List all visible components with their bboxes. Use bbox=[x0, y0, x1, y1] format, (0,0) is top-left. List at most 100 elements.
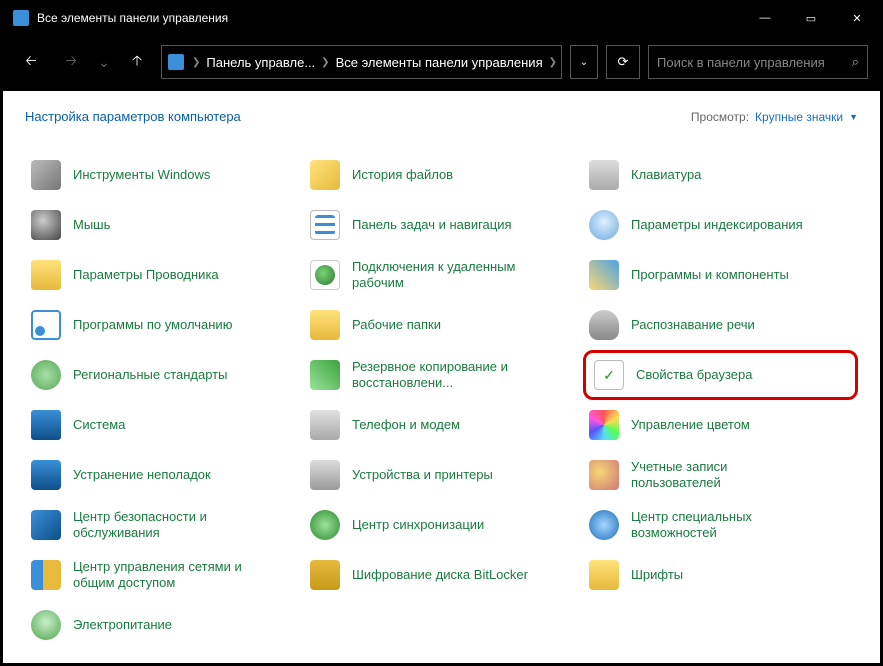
sync-center-icon bbox=[308, 508, 342, 542]
phone-modem-icon bbox=[308, 408, 342, 442]
up-button[interactable]: 🡡 bbox=[121, 46, 153, 78]
cp-item-indexing[interactable]: Параметры индексирования bbox=[583, 200, 858, 250]
cp-item-bitlocker[interactable]: Шифрование диска BitLocker bbox=[304, 550, 579, 600]
cp-item-label: Клавиатура bbox=[631, 167, 701, 183]
cp-item-security-maint[interactable]: Центр безопасности и обслуживания bbox=[25, 500, 300, 550]
items-grid: Инструменты WindowsИстория файлов Клавиат… bbox=[25, 150, 858, 650]
cp-item-work-folders[interactable]: Рабочие папки bbox=[304, 300, 579, 350]
back-button[interactable]: 🡠 bbox=[15, 46, 47, 78]
search-icon: ⌕ bbox=[852, 54, 859, 70]
devices-printers-icon bbox=[308, 458, 342, 492]
cp-item-label: Система bbox=[73, 417, 125, 433]
cp-item-taskbar-nav[interactable]: Панель задач и навигация bbox=[304, 200, 579, 250]
cp-item-network-sharing[interactable]: Центр управления сетями и общим доступом bbox=[25, 550, 300, 600]
color-management-icon bbox=[587, 408, 621, 442]
close-button[interactable]: ✕ bbox=[834, 3, 880, 33]
cp-item-label: Подключения к удаленным рабочим bbox=[352, 259, 532, 290]
titlebar: Все элементы панели управления — ▭ ✕ bbox=[3, 3, 880, 33]
cp-item-speech[interactable]: Распознавание речи bbox=[583, 300, 858, 350]
explorer-options-icon bbox=[29, 258, 63, 292]
cp-item-fonts[interactable]: Шрифты bbox=[583, 550, 858, 600]
content-area: Настройка параметров компьютера Просмотр… bbox=[3, 91, 880, 663]
cp-item-label: Рабочие папки bbox=[352, 317, 441, 333]
remote-desktop-icon bbox=[308, 258, 342, 292]
power-icon bbox=[29, 608, 63, 642]
address-icon bbox=[168, 54, 184, 70]
ease-of-access-icon bbox=[587, 508, 621, 542]
search-input[interactable] bbox=[657, 55, 844, 70]
cp-item-color-management[interactable]: Управление цветом bbox=[583, 400, 858, 450]
breadcrumb-sep: ❯ bbox=[315, 57, 335, 68]
address-dropdown[interactable]: ⌄ bbox=[570, 45, 598, 79]
cp-item-sync-center[interactable]: Центр синхронизации bbox=[304, 500, 579, 550]
cp-item-keyboard[interactable]: Клавиатура bbox=[583, 150, 858, 200]
view-selector[interactable]: Просмотр: Крупные значки ▼ bbox=[691, 110, 858, 124]
breadcrumb-sep: ❯ bbox=[543, 57, 562, 68]
default-programs-icon bbox=[29, 308, 63, 342]
internet-options-icon bbox=[592, 358, 626, 392]
cp-item-phone-modem[interactable]: Телефон и модем bbox=[304, 400, 579, 450]
cp-item-label: Учетные записи пользователей bbox=[631, 459, 811, 490]
cp-item-remote-desktop[interactable]: Подключения к удаленным рабочим bbox=[304, 250, 579, 300]
cp-item-label: Шифрование диска BitLocker bbox=[352, 567, 528, 583]
cp-item-file-history[interactable]: История файлов bbox=[304, 150, 579, 200]
cp-item-label: Параметры индексирования bbox=[631, 217, 803, 233]
file-history-icon bbox=[308, 158, 342, 192]
cp-item-programs-features[interactable]: Программы и компоненты bbox=[583, 250, 858, 300]
breadcrumb-root[interactable]: Панель управле... bbox=[206, 55, 315, 70]
search-box[interactable]: ⌕ bbox=[648, 45, 868, 79]
cp-item-label: Шрифты bbox=[631, 567, 683, 583]
cp-item-region[interactable]: Региональные стандарты bbox=[25, 350, 300, 400]
cp-item-label: Распознавание речи bbox=[631, 317, 755, 333]
keyboard-icon bbox=[587, 158, 621, 192]
history-dropdown[interactable]: ⌄ bbox=[95, 46, 113, 78]
system-icon bbox=[29, 408, 63, 442]
breadcrumb-current[interactable]: Все элементы панели управления bbox=[336, 55, 543, 70]
cp-item-system[interactable]: Система bbox=[25, 400, 300, 450]
page-title: Настройка параметров компьютера bbox=[25, 109, 241, 124]
address-bar[interactable]: ❯ Панель управле... ❯ Все элементы панел… bbox=[161, 45, 562, 79]
maximize-button[interactable]: ▭ bbox=[788, 3, 834, 33]
refresh-button[interactable]: ⟳ bbox=[606, 45, 640, 79]
cp-item-explorer-options[interactable]: Параметры Проводника bbox=[25, 250, 300, 300]
cp-item-label: Управление цветом bbox=[631, 417, 750, 433]
cp-item-internet-options[interactable]: Свойства браузера bbox=[583, 350, 858, 400]
minimize-button[interactable]: — bbox=[742, 3, 788, 33]
cp-item-windows-tools[interactable]: Инструменты Windows bbox=[25, 150, 300, 200]
cp-item-troubleshoot[interactable]: Устранение неполадок bbox=[25, 450, 300, 500]
view-value[interactable]: Крупные значки bbox=[755, 110, 843, 124]
cp-item-label: Центр безопасности и обслуживания bbox=[73, 509, 253, 540]
cp-item-label: Резервное копирование и восстановлени... bbox=[352, 359, 532, 390]
backup-restore-icon bbox=[308, 358, 342, 392]
user-accounts-icon bbox=[587, 458, 621, 492]
security-maint-icon bbox=[29, 508, 63, 542]
mouse-icon bbox=[29, 208, 63, 242]
cp-item-label: Устранение неполадок bbox=[73, 467, 211, 483]
cp-item-label: Устройства и принтеры bbox=[352, 467, 493, 483]
cp-item-power[interactable]: Электропитание bbox=[25, 600, 300, 650]
heading-row: Настройка параметров компьютера Просмотр… bbox=[25, 109, 858, 124]
windows-tools-icon bbox=[29, 158, 63, 192]
bitlocker-icon bbox=[308, 558, 342, 592]
cp-item-label: Центр управления сетями и общим доступом bbox=[73, 559, 253, 590]
taskbar-nav-icon bbox=[308, 208, 342, 242]
cp-item-backup-restore[interactable]: Резервное копирование и восстановлени... bbox=[304, 350, 579, 400]
cp-item-label: Центр синхронизации bbox=[352, 517, 484, 533]
cp-item-default-programs[interactable]: Программы по умолчанию bbox=[25, 300, 300, 350]
cp-item-devices-printers[interactable]: Устройства и принтеры bbox=[304, 450, 579, 500]
cp-item-mouse[interactable]: Мышь bbox=[25, 200, 300, 250]
control-panel-icon bbox=[13, 10, 29, 26]
cp-item-label: Телефон и модем bbox=[352, 417, 460, 433]
cp-item-label: Параметры Проводника bbox=[73, 267, 219, 283]
network-sharing-icon bbox=[29, 558, 63, 592]
cp-item-label: Региональные стандарты bbox=[73, 367, 227, 383]
fonts-icon bbox=[587, 558, 621, 592]
cp-item-label: Электропитание bbox=[73, 617, 172, 633]
cp-item-label: Мышь bbox=[73, 217, 110, 233]
breadcrumb-sep: ❯ bbox=[186, 57, 206, 68]
chevron-down-icon[interactable]: ▼ bbox=[849, 112, 858, 122]
cp-item-user-accounts[interactable]: Учетные записи пользователей bbox=[583, 450, 858, 500]
cp-item-ease-of-access[interactable]: Центр специальных возможностей bbox=[583, 500, 858, 550]
programs-features-icon bbox=[587, 258, 621, 292]
forward-button[interactable]: 🡢 bbox=[55, 46, 87, 78]
